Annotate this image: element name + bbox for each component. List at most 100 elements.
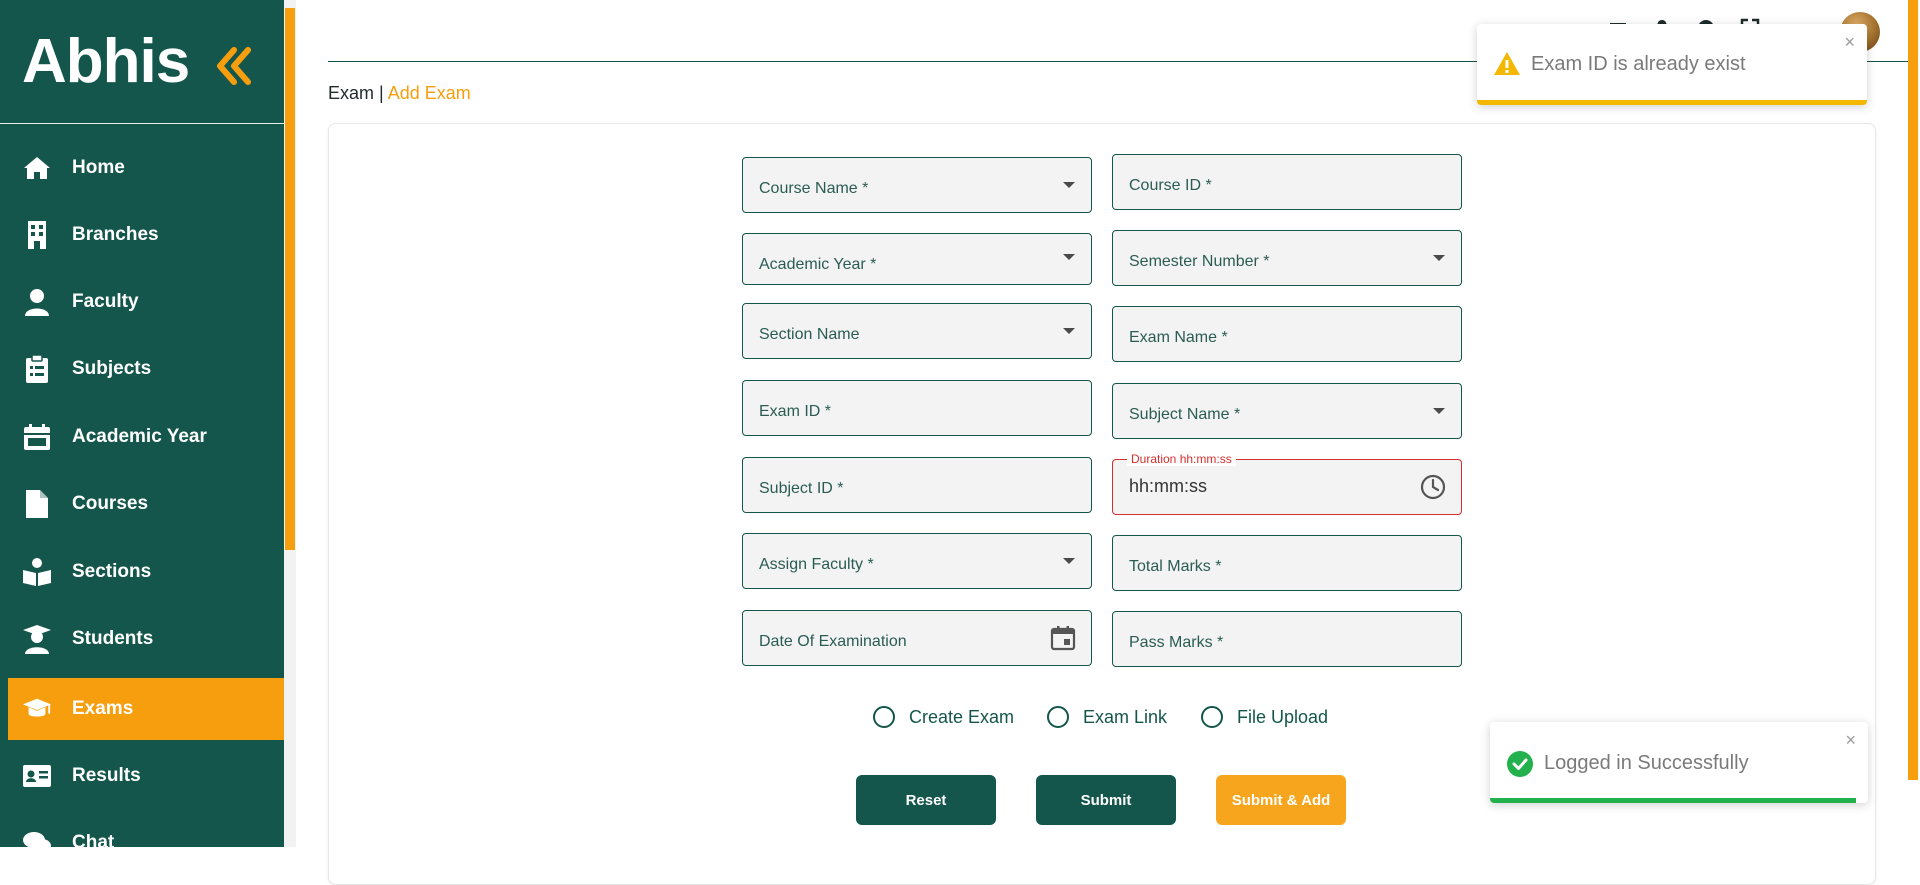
radio-button[interactable] (1047, 706, 1069, 728)
chevron-down-icon (1063, 558, 1075, 564)
clock-icon[interactable] (1419, 473, 1447, 501)
brand-logo: Abhis (22, 27, 190, 96)
sidebar-item-label: Subjects (72, 358, 152, 379)
sidebar-item-label: Courses (72, 493, 149, 514)
chevron-down-icon (1433, 255, 1445, 261)
graduate-icon (22, 624, 52, 654)
date-of-examination-field[interactable]: Date Of Examination (742, 610, 1092, 666)
semester-number-select[interactable]: Semester Number * (1112, 230, 1462, 286)
subject-id-field[interactable]: Subject ID * (742, 457, 1092, 513)
total-marks-label: Total Marks * (1129, 558, 1222, 575)
graduation-cap-icon (22, 694, 52, 724)
success-toast-message: Logged in Successfully (1544, 752, 1749, 774)
clipboard-icon (22, 354, 52, 384)
academic-year-select[interactable]: Academic Year * (742, 233, 1092, 285)
radio-file-upload[interactable]: File Upload (1201, 706, 1328, 728)
course-id-field[interactable]: Course ID * (1112, 154, 1462, 210)
page-scrollbar-thumb[interactable] (1908, 0, 1918, 780)
radio-create-exam[interactable]: Create Exam (873, 706, 1014, 728)
radio-label: File Upload (1237, 706, 1329, 727)
subject-id-label: Subject ID * (759, 480, 844, 497)
logo-area: Abhis (0, 0, 284, 124)
chevron-down-icon (1433, 408, 1445, 414)
breadcrumb-current: Add Exam (387, 83, 471, 103)
sidebar-item-label: Chat (72, 832, 115, 847)
course-name-label: Course Name * (759, 180, 869, 197)
sidebar-item-sections[interactable]: Sections (0, 541, 284, 603)
reset-button[interactable]: Reset (856, 775, 996, 825)
sidebar-item-faculty[interactable]: Faculty (0, 271, 284, 333)
sidebar-item-subjects[interactable]: Subjects (0, 338, 284, 400)
sidebar-item-chat[interactable]: Chat (0, 812, 284, 847)
chevron-down-icon (1063, 182, 1075, 188)
double-chevron-left-icon (217, 47, 251, 85)
total-marks-field[interactable]: Total Marks * (1112, 535, 1462, 591)
academic-year-label: Academic Year * (759, 256, 877, 273)
success-toast-progress (1490, 798, 1856, 803)
subject-name-label: Subject Name * (1129, 406, 1241, 423)
breadcrumb-separator: | (379, 83, 384, 103)
sidebar-item-results[interactable]: Results (0, 745, 284, 807)
semester-number-label: Semester Number * (1129, 253, 1270, 270)
sidebar-item-label: Home (72, 157, 125, 178)
sidebar-item-exams[interactable]: Exams (8, 678, 284, 740)
sidebar: Abhis Home Branches Faculty Subjects Aca… (0, 0, 284, 847)
calendar-icon (22, 422, 52, 452)
home-icon (22, 153, 52, 183)
warning-toast: Exam ID is already exist × (1477, 24, 1867, 105)
radio-button[interactable] (873, 706, 895, 728)
sidebar-item-students[interactable]: Students (0, 608, 284, 670)
chevron-down-icon (1063, 328, 1075, 334)
chevron-down-icon (1063, 254, 1075, 260)
pass-marks-field[interactable]: Pass Marks * (1112, 611, 1462, 667)
collapse-sidebar-button[interactable] (214, 44, 254, 88)
section-name-select[interactable]: Section Name (742, 303, 1092, 359)
sidebar-item-branches[interactable]: Branches (0, 204, 284, 266)
sidebar-item-label: Sections (72, 561, 152, 582)
exam-name-field[interactable]: Exam Name * (1112, 306, 1462, 362)
success-toast: Logged in Successfully × (1490, 722, 1868, 803)
exam-id-field[interactable]: Exam ID * (742, 380, 1092, 436)
radio-label: Create Exam (909, 706, 1015, 727)
sidebar-item-home[interactable]: Home (0, 137, 284, 199)
calendar-icon[interactable] (1049, 624, 1077, 652)
sidebar-item-label: Faculty (72, 291, 139, 312)
close-icon[interactable]: × (1845, 730, 1856, 751)
radio-button[interactable] (1201, 706, 1223, 728)
pass-marks-label: Pass Marks * (1129, 634, 1224, 651)
duration-value: hh:mm:ss (1129, 476, 1208, 496)
assign-faculty-label: Assign Faculty * (759, 556, 874, 573)
sidebar-item-label: Students (72, 628, 154, 649)
sidebar-item-academic-year[interactable]: Academic Year (0, 406, 284, 468)
check-circle-icon (1507, 751, 1533, 777)
user-icon (22, 287, 52, 317)
submit-and-add-button[interactable]: Submit & Add (1216, 775, 1346, 825)
building-icon (22, 220, 52, 250)
exam-name-label: Exam Name * (1129, 329, 1228, 346)
sidebar-item-label: Branches (72, 224, 159, 245)
course-id-label: Course ID * (1129, 177, 1212, 194)
sidebar-item-label: Results (72, 765, 141, 786)
assign-faculty-select[interactable]: Assign Faculty * (742, 533, 1092, 589)
sidebar-item-label: Exams (72, 698, 134, 719)
section-name-label: Section Name (759, 326, 860, 343)
book-reader-icon (22, 557, 52, 587)
course-name-select[interactable]: Course Name * (742, 157, 1092, 213)
sidebar-item-courses[interactable]: Courses (0, 473, 284, 535)
duration-field[interactable]: Duration hh:mm:ss hh:mm:ss (1112, 452, 1462, 515)
id-card-icon (22, 761, 52, 791)
submit-button[interactable]: Submit (1036, 775, 1176, 825)
duration-floating-label: Duration hh:mm:ss (1127, 452, 1236, 466)
close-icon[interactable]: × (1844, 32, 1855, 53)
warning-toast-message: Exam ID is already exist (1531, 53, 1746, 75)
breadcrumb-root[interactable]: Exam (328, 83, 374, 103)
breadcrumb: Exam | Add Exam (328, 83, 471, 104)
file-icon (22, 489, 52, 519)
warning-icon (1494, 52, 1520, 75)
sidebar-item-label: Academic Year (72, 426, 207, 447)
date-of-examination-label: Date Of Examination (759, 633, 907, 650)
sidebar-scrollbar-thumb[interactable] (285, 8, 295, 550)
radio-exam-link[interactable]: Exam Link (1047, 706, 1167, 728)
exam-id-label: Exam ID * (759, 403, 832, 420)
subject-name-select[interactable]: Subject Name * (1112, 383, 1462, 439)
